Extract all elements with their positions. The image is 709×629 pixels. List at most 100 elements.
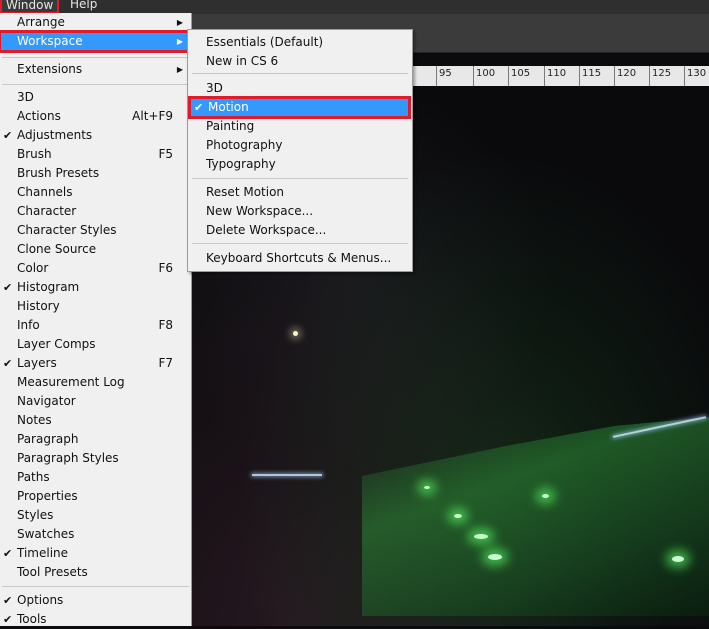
- menu-item-brush-presets[interactable]: Brush Presets: [0, 164, 191, 183]
- menu-item-label: Painting: [206, 119, 255, 133]
- menu-item-history[interactable]: History: [0, 297, 191, 316]
- menu-item-label: Extensions: [17, 62, 83, 76]
- workspace-item-photography[interactable]: Photography: [188, 136, 412, 155]
- menu-item-paragraph-styles[interactable]: Paragraph Styles: [0, 449, 191, 468]
- menu-item-options[interactable]: ✔ Options: [0, 591, 191, 610]
- menu-item-clone-source[interactable]: Clone Source: [0, 240, 191, 259]
- menu-item-label: Styles: [17, 508, 54, 522]
- menu-item-label: Actions: [17, 109, 61, 123]
- menu-separator: [192, 243, 408, 244]
- ruler-mark: [544, 66, 545, 86]
- menu-item-arrange[interactable]: Arrange ▶: [0, 13, 191, 32]
- menu-item-label: Brush Presets: [17, 166, 100, 180]
- menu-item-extensions[interactable]: Extensions ▶: [0, 60, 191, 79]
- menu-item-styles[interactable]: Styles: [0, 506, 191, 525]
- workspace-item-new-workspace[interactable]: New Workspace...: [188, 202, 412, 221]
- menu-item-notes[interactable]: Notes: [0, 411, 191, 430]
- photo-glow: [672, 556, 684, 562]
- menu-item-tool-presets[interactable]: Tool Presets: [0, 563, 191, 582]
- photo-moon: [293, 331, 298, 336]
- menu-item-properties[interactable]: Properties: [0, 487, 191, 506]
- workspace-item-new-in-cs6[interactable]: New in CS 6: [188, 52, 412, 71]
- menu-item-adjustments[interactable]: ✔ Adjustments: [0, 126, 191, 145]
- ruler-mark: [436, 66, 437, 86]
- menu-item-label: Channels: [17, 185, 73, 199]
- menu-item-info[interactable]: Info F8: [0, 316, 191, 335]
- menu-item-paths[interactable]: Paths: [0, 468, 191, 487]
- menu-item-label: Paths: [17, 470, 50, 484]
- menu-item-label: Histogram: [17, 280, 80, 294]
- menu-item-label: Keyboard Shortcuts & Menus...: [206, 251, 392, 265]
- menu-help[interactable]: Help: [66, 0, 101, 11]
- menu-item-label: Character Styles: [17, 223, 117, 237]
- ruler-tick: 120: [617, 68, 637, 79]
- workspace-item-reset-motion[interactable]: Reset Motion: [188, 183, 412, 202]
- menu-separator: [2, 57, 189, 58]
- menu-shortcut: F8: [158, 318, 173, 332]
- ruler-mark: [579, 66, 580, 86]
- menu-item-3d[interactable]: 3D: [0, 88, 191, 107]
- ruler-tick: 125: [652, 68, 672, 79]
- menu-item-label: Typography: [206, 157, 276, 171]
- checkmark-icon: ✔: [3, 547, 13, 560]
- checkmark-icon: ✔: [3, 357, 13, 370]
- horizontal-ruler: 95 100 105 110 115 120 125 130: [410, 66, 709, 87]
- menu-item-paragraph[interactable]: Paragraph: [0, 430, 191, 449]
- menu-item-label: Workspace: [17, 34, 83, 48]
- menu-item-layers[interactable]: ✔ Layers F7: [0, 354, 191, 373]
- workspace-item-painting[interactable]: Painting: [188, 117, 412, 136]
- menu-item-brush[interactable]: Brush F5: [0, 145, 191, 164]
- menu-item-label: Layers: [17, 356, 57, 370]
- menu-item-histogram[interactable]: ✔ Histogram: [0, 278, 191, 297]
- menu-item-label: Tool Presets: [17, 565, 88, 579]
- menu-item-label: Measurement Log: [17, 375, 125, 389]
- menu-bar: Window Help: [0, 0, 709, 14]
- menu-item-tools[interactable]: ✔ Tools: [0, 610, 191, 629]
- submenu-arrow-icon: ▶: [176, 65, 183, 74]
- window-menu: Arrange ▶ Workspace ▶ Extensions ▶ 3D Ac…: [0, 13, 193, 629]
- menu-window[interactable]: Window: [0, 0, 60, 14]
- photo-glow: [454, 514, 462, 518]
- menu-item-swatches[interactable]: Swatches: [0, 525, 191, 544]
- menu-item-timeline[interactable]: ✔ Timeline: [0, 544, 191, 563]
- menu-shortcut: F5: [158, 147, 173, 161]
- menu-item-label: Navigator: [17, 394, 76, 408]
- menu-item-label: Arrange: [17, 15, 65, 29]
- menu-item-workspace[interactable]: Workspace ▶: [0, 30, 193, 53]
- photo-glow: [474, 534, 488, 539]
- checkmark-icon: ✔: [3, 129, 13, 142]
- menu-item-label: 3D: [206, 81, 223, 95]
- ruler-tick: 95: [439, 68, 452, 79]
- menu-shortcut: F6: [158, 261, 173, 275]
- workspace-item-keyboard-shortcuts[interactable]: Keyboard Shortcuts & Menus...: [188, 249, 412, 268]
- workspace-item-delete-workspace[interactable]: Delete Workspace...: [188, 221, 412, 240]
- menu-item-label: Properties: [17, 489, 78, 503]
- menu-item-label: Essentials (Default): [206, 35, 324, 49]
- workspace-item-motion[interactable]: ✔ Motion: [188, 96, 411, 119]
- workspace-item-3d[interactable]: 3D: [188, 79, 412, 98]
- menu-item-actions[interactable]: Actions Alt+F9: [0, 107, 191, 126]
- menu-item-label: Layer Comps: [17, 337, 96, 351]
- checkmark-icon: ✔: [194, 101, 204, 114]
- menu-item-label: Adjustments: [17, 128, 93, 142]
- menu-item-label: History: [17, 299, 60, 313]
- ruler-tick: 115: [582, 68, 602, 79]
- photo-light-string: [252, 474, 322, 476]
- menu-item-color[interactable]: Color F6: [0, 259, 191, 278]
- menu-item-character-styles[interactable]: Character Styles: [0, 221, 191, 240]
- menu-item-layer-comps[interactable]: Layer Comps: [0, 335, 191, 354]
- workspace-item-essentials[interactable]: Essentials (Default): [188, 33, 412, 52]
- menu-item-label: Timeline: [17, 546, 69, 560]
- menu-item-label: New in CS 6: [206, 54, 279, 68]
- workspace-item-typography[interactable]: Typography: [188, 155, 412, 174]
- menu-item-channels[interactable]: Channels: [0, 183, 191, 202]
- menu-item-measurement-log[interactable]: Measurement Log: [0, 373, 191, 392]
- menu-item-character[interactable]: Character: [0, 202, 191, 221]
- menu-separator: [192, 73, 408, 74]
- ruler-tick: 100: [476, 68, 496, 79]
- menu-item-label: Paragraph: [17, 432, 79, 446]
- menu-item-label: Options: [17, 593, 64, 607]
- menu-shortcut: Alt+F9: [132, 109, 173, 123]
- menu-item-navigator[interactable]: Navigator: [0, 392, 191, 411]
- photo-glow: [488, 554, 502, 560]
